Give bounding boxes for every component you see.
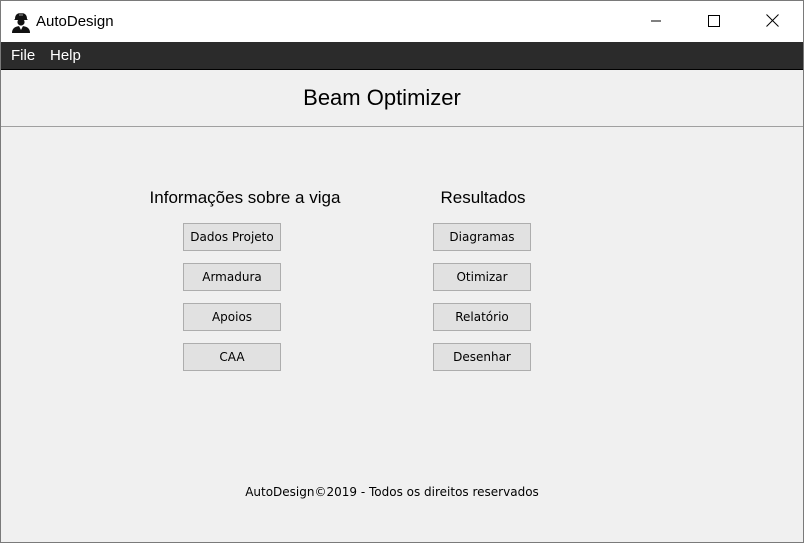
- page-title: Beam Optimizer: [303, 85, 461, 110]
- maximize-icon: [708, 12, 720, 31]
- close-button[interactable]: [743, 1, 801, 42]
- armadura-button[interactable]: Armadura: [183, 263, 281, 291]
- minimize-icon: [650, 12, 662, 31]
- page-header: Beam Optimizer: [1, 70, 803, 127]
- engineer-avatar-icon: [10, 11, 32, 33]
- diagramas-button[interactable]: Diagramas: [433, 223, 531, 251]
- menu-file[interactable]: File: [11, 47, 35, 64]
- results-heading: Resultados: [440, 188, 526, 207]
- beam-info-heading: Informações sobre a viga: [149, 188, 341, 207]
- relatorio-button[interactable]: Relatório: [433, 303, 531, 331]
- menu-help[interactable]: Help: [50, 47, 81, 64]
- footer-copyright: AutoDesign©2019 - Todos os direitos rese…: [245, 485, 539, 499]
- close-icon: [765, 12, 779, 31]
- minimize-button[interactable]: [627, 1, 685, 42]
- maximize-button[interactable]: [685, 1, 743, 42]
- app-window: AutoDesign File Help Beam Optimizer Info…: [0, 0, 804, 543]
- title-bar[interactable]: AutoDesign: [1, 1, 803, 42]
- menu-bar: File Help: [1, 42, 803, 70]
- dados-projeto-button[interactable]: Dados Projeto: [183, 223, 281, 251]
- desenhar-button[interactable]: Desenhar: [433, 343, 531, 371]
- caa-button[interactable]: CAA: [183, 343, 281, 371]
- window-title: AutoDesign: [36, 13, 114, 30]
- apoios-button[interactable]: Apoios: [183, 303, 281, 331]
- otimizar-button[interactable]: Otimizar: [433, 263, 531, 291]
